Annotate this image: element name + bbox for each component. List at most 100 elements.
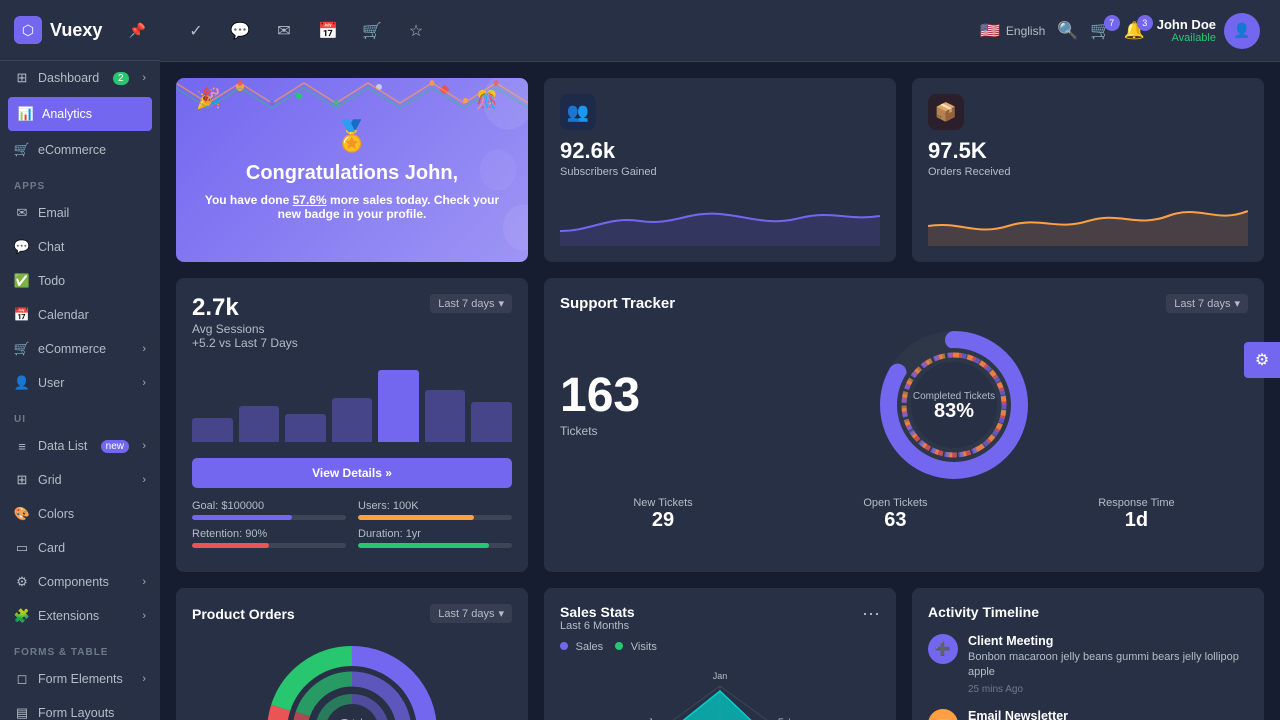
sidebar-item-label-calendar: Calendar [38, 308, 89, 322]
orders-mini-chart [928, 186, 1248, 246]
congratulations-card: 🎉 🎊 [176, 78, 528, 262]
chevron-comp-icon: › [142, 576, 146, 588]
topbar: ✓ 💬 ✉ 📅 🛒 ☆ 🇺🇸 English 🔍 🛒 7 🔔 3 [160, 0, 1280, 62]
todo-icon: ✅ [14, 273, 30, 289]
forms-section-label: FORMS & TABLE [0, 633, 160, 662]
star-icon[interactable]: ☆ [400, 15, 432, 47]
sales-legend-visits: Visits [615, 638, 657, 653]
sidebar-item-label-dashboard: Dashboard [38, 71, 99, 85]
sidebar-item-form-elements[interactable]: ◻ Form Elements › [0, 662, 160, 696]
client-meeting-desc: Bonbon macaroon jelly beans gummi bears … [968, 650, 1248, 681]
view-details-button[interactable]: View Details » [192, 458, 512, 488]
sidebar-item-label-form-elements: Form Elements [38, 672, 123, 686]
settings-fab[interactable]: ⚙ [1244, 342, 1280, 378]
datalist-icon: ≡ [14, 438, 30, 454]
chevron-down-icon: ▾ [498, 297, 504, 310]
sales-title-group: Sales Stats Last 6 Months [560, 604, 635, 632]
sales-subtitle: Last 6 Months [560, 620, 635, 632]
ecommerce-icon: 🛒 [14, 142, 30, 158]
sidebar-item-label-card: Card [38, 541, 65, 555]
client-meeting-time: 25 mins Ago [968, 684, 1248, 695]
product-dropdown[interactable]: Last 7 days ▾ [430, 604, 512, 623]
sidebar-item-email[interactable]: ✉ Email [0, 196, 160, 230]
sales-dot [560, 642, 568, 650]
chevron-ecommerce-icon: › [142, 343, 146, 355]
mail-icon[interactable]: ✉ [268, 15, 300, 47]
sidebar-item-grid[interactable]: ⊞ Grid › [0, 463, 160, 497]
sessions-progress-group: Goal: $100000 Users: 100K Retention: 90%… [192, 500, 512, 556]
orders-icon: 📦 [928, 94, 964, 130]
sidebar-item-extensions[interactable]: 🧩 Extensions › [0, 599, 160, 633]
subscribers-label: Subscribers Gained [560, 166, 657, 178]
cart-button[interactable]: 🛒 7 [1090, 21, 1111, 41]
progress-users: Users: 100K [358, 500, 512, 520]
search-button[interactable]: 🔍 [1057, 21, 1078, 41]
notifications-button[interactable]: 🔔 3 [1124, 21, 1145, 41]
sidebar: ⬡ Vuexy 📌 ⊞ Dashboard 2 › 📊 Analytics 🛒 … [0, 0, 160, 720]
form-elements-icon: ◻ [14, 671, 30, 687]
sidebar-item-chat[interactable]: 💬 Chat [0, 230, 160, 264]
support-dropdown[interactable]: Last 7 days ▾ [1166, 294, 1248, 313]
sidebar-item-calendar[interactable]: 📅 Calendar [0, 298, 160, 332]
sessions-label: Avg Sessions [192, 322, 298, 336]
sidebar-item-todo[interactable]: ✅ Todo [0, 264, 160, 298]
new-tickets-stat: New Tickets 29 [633, 497, 692, 532]
checklist-icon[interactable]: ✓ [180, 15, 212, 47]
main-content: 🎉 🎊 [160, 62, 1280, 720]
sessions-dropdown[interactable]: Last 7 days ▾ [430, 294, 512, 313]
session-bar-1 [239, 406, 280, 442]
support-donut-chart: Completed Tickets 83% [660, 325, 1248, 485]
orders-label: Orders Received [928, 166, 1011, 178]
support-title: Support Tracker [560, 295, 675, 312]
sales-highlight: 57.6% [293, 193, 327, 207]
sidebar-item-user[interactable]: 👤 User › [0, 366, 160, 400]
sidebar-item-label-components: Components [38, 575, 109, 589]
user-details: John Doe Available [1157, 17, 1216, 44]
notification-count-badge: 3 [1137, 15, 1153, 31]
chevron-ext-icon: › [142, 610, 146, 622]
sidebar-item-datalist[interactable]: ≡ Data List new › [0, 429, 160, 463]
sales-more-icon[interactable]: ⋯ [862, 604, 880, 625]
chat-topbar-icon[interactable]: 💬 [224, 15, 256, 47]
calendar-topbar-icon[interactable]: 📅 [312, 15, 344, 47]
chevron-support-icon: ▾ [1234, 297, 1240, 310]
chevron-icon: › [142, 72, 146, 84]
session-bar-4 [378, 370, 419, 442]
sidebar-item-form-layouts[interactable]: ▤ Form Layouts [0, 696, 160, 720]
ui-section-label: UI [0, 400, 160, 429]
user-menu[interactable]: John Doe Available 👤 [1157, 13, 1260, 49]
response-time-stat: Response Time 1d [1098, 497, 1174, 532]
topbar-quick-actions: ✓ 💬 ✉ 📅 🛒 ☆ [180, 15, 432, 47]
email-icon: ✉ [14, 205, 30, 221]
support-body: 163 Tickets Complet [560, 325, 1248, 485]
cart-topbar-icon[interactable]: 🛒 [356, 15, 388, 47]
sessions-card: 2.7k Avg Sessions +5.2 vs Last 7 Days La… [176, 278, 528, 572]
sidebar-item-label-analytics: Analytics [42, 107, 92, 121]
language-label: English [1006, 24, 1045, 38]
product-orders-title: Product Orders [192, 606, 295, 622]
sidebar-item-colors[interactable]: 🎨 Colors [0, 497, 160, 531]
cart-count-badge: 7 [1104, 15, 1120, 31]
colors-icon: 🎨 [14, 506, 30, 522]
sidebar-item-components[interactable]: ⚙ Components › [0, 565, 160, 599]
sidebar-item-ecommerce2[interactable]: 🛒 eCommerce › [0, 332, 160, 366]
sidebar-item-analytics[interactable]: 📊 Analytics [8, 97, 152, 131]
sidebar-item-label-colors: Colors [38, 507, 74, 521]
language-switcher[interactable]: 🇺🇸 English [980, 21, 1045, 41]
sidebar-item-dashboard[interactable]: ⊞ Dashboard 2 › [0, 61, 160, 95]
session-bar-3 [332, 398, 373, 442]
user-avatar[interactable]: 👤 [1224, 13, 1260, 49]
progress-goal: Goal: $100000 [192, 500, 346, 520]
email-newsletter-title: Email Newsletter [968, 709, 1248, 720]
sidebar-item-ecommerce[interactable]: 🛒 eCommerce [0, 133, 160, 167]
sidebar-item-card[interactable]: ▭ Card [0, 531, 160, 565]
chat-icon: 💬 [14, 239, 30, 255]
activity-timeline-card: Activity Timeline ➕ Client Meeting Bonbo… [912, 588, 1264, 720]
activity-title: Activity Timeline [928, 604, 1248, 620]
calendar-icon: 📅 [14, 307, 30, 323]
support-tracker-card: Support Tracker Last 7 days ▾ 163 Ticket… [544, 278, 1264, 572]
sessions-bar-chart [192, 362, 512, 442]
sessions-change: +5.2 vs Last 7 Days [192, 336, 298, 350]
sidebar-pin-icon[interactable]: 📌 [129, 22, 146, 39]
visits-dot [615, 642, 623, 650]
